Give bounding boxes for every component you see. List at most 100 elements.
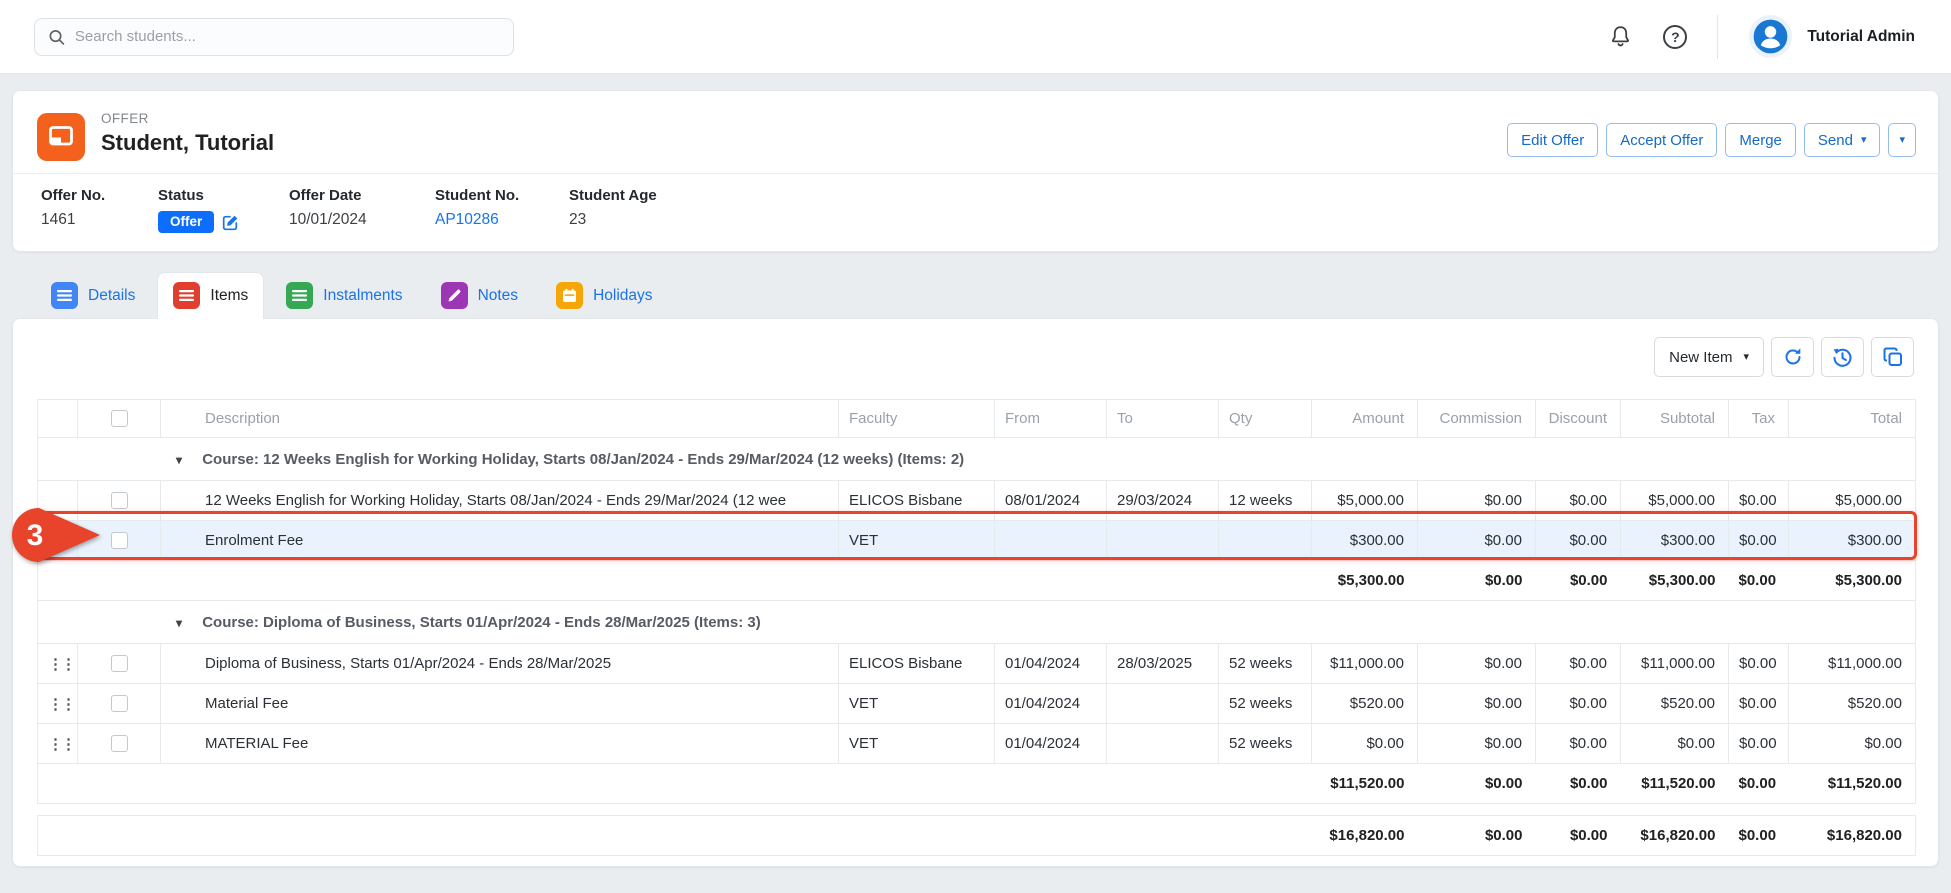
grand-total-discount: $0.00 [1536,816,1621,856]
drag-handle-icon[interactable]: ⋮⋮ [48,696,74,713]
items-table: Description Faculty From To Qty Amount C… [37,399,1916,856]
student-age-label: Student Age [569,187,657,204]
row-checkbox[interactable] [111,655,128,672]
drag-handle-icon[interactable]: ⋮⋮ [48,736,74,753]
subtotal-subtotal: $5,300.00 [1621,561,1729,601]
merge-button[interactable]: Merge [1725,123,1796,157]
subtotal-commission: $0.00 [1418,561,1536,601]
student-no-link[interactable]: AP10286 [435,211,499,228]
item-qty [1219,521,1312,561]
item-tax: $0.00 [1729,481,1789,521]
history-icon [1832,347,1853,368]
refresh-button[interactable] [1771,337,1814,377]
item-commission: $0.00 [1418,521,1536,561]
tab-holidays-label: Holidays [593,287,652,305]
item-row-highlighted: ⋮⋮ Enrolment Fee VET $300.00 $0.00 $0.00… [38,521,1916,561]
select-all-checkbox[interactable] [111,410,128,427]
item-amount: $11,000.00 [1312,644,1418,684]
more-actions-button[interactable]: ▾ [1888,123,1916,157]
item-subtotal: $11,000.00 [1621,644,1729,684]
tab-details[interactable]: Details [35,272,151,319]
help-button[interactable]: ? [1663,25,1687,49]
subtotal-commission: $0.00 [1418,764,1536,804]
select-cell [78,644,161,684]
select-cell [78,521,161,561]
merge-label: Merge [1739,132,1782,149]
item-qty: 12 weeks [1219,481,1312,521]
student-age-field: Student Age 23 [569,187,657,233]
grand-total-total: $16,820.00 [1789,816,1916,856]
select-cell [78,481,161,521]
item-qty: 52 weeks [1219,684,1312,724]
col-to: To [1107,400,1219,438]
bell-icon [1608,24,1633,49]
item-to [1107,724,1219,764]
item-total: $0.00 [1789,724,1916,764]
grand-total-spacer [38,816,1312,856]
course-group-cell[interactable]: ▾ Course: 12 Weeks English for Working H… [38,438,1916,481]
tab-holidays[interactable]: Holidays [540,272,668,319]
notifications-button[interactable] [1608,24,1633,49]
collapse-caret-icon[interactable]: ▾ [176,453,182,467]
col-amount: Amount [1312,400,1418,438]
edit-offer-button[interactable]: Edit Offer [1507,123,1598,157]
history-button[interactable] [1821,337,1864,377]
collapse-caret-icon[interactable]: ▾ [176,616,182,630]
item-total: $300.00 [1789,521,1916,561]
send-label: Send [1818,132,1853,149]
course-group-title: Course: Diploma of Business, Starts 01/A… [202,614,761,631]
item-tax: $0.00 [1729,644,1789,684]
offer-card: OFFER Student, Tutorial Edit Offer Accep… [12,90,1939,252]
offer-date-field: Offer Date 10/01/2024 [289,187,435,233]
search-input[interactable] [75,28,500,45]
tab-instalments-label: Instalments [323,287,402,305]
subtotal-amount: $5,300.00 [1312,561,1418,601]
item-row: ⋮⋮ Material Fee VET 01/04/2024 52 weeks … [38,684,1916,724]
item-qty: 52 weeks [1219,724,1312,764]
details-icon [51,282,78,309]
send-button[interactable]: Send ▾ [1804,123,1881,157]
course-group-title: Course: 12 Weeks English for Working Hol… [202,451,964,468]
drag-handle-icon[interactable]: ⋮⋮ [48,656,74,673]
holidays-icon [556,282,583,309]
edit-status-icon[interactable] [222,214,239,231]
accept-offer-button[interactable]: Accept Offer [1606,123,1717,157]
duplicate-button[interactable] [1871,337,1914,377]
row-checkbox[interactable] [111,735,128,752]
course-group-cell[interactable]: ▾ Course: Diploma of Business, Starts 01… [38,601,1916,644]
new-item-button[interactable]: New Item ▾ [1654,337,1764,377]
tab-notes-label: Notes [478,287,519,305]
item-description: 12 Weeks English for Working Holiday, St… [161,481,839,521]
student-no-field: Student No. AP10286 [435,187,569,233]
col-commission: Commission [1418,400,1536,438]
grand-total-commission: $0.00 [1418,816,1536,856]
tab-instalments[interactable]: Instalments [270,272,418,319]
status-field: Status Offer [158,187,289,233]
item-commission: $0.00 [1418,684,1536,724]
drag-handle-icon[interactable]: ⋮⋮ [48,533,74,550]
item-amount: $5,000.00 [1312,481,1418,521]
item-discount: $0.00 [1536,644,1621,684]
help-icon: ? [1663,25,1687,49]
search-box[interactable] [34,18,514,56]
row-checkbox[interactable] [111,695,128,712]
col-subtotal: Subtotal [1621,400,1729,438]
offer-actions: Edit Offer Accept Offer Merge Send ▾ ▾ [1507,123,1916,157]
item-total: $5,000.00 [1789,481,1916,521]
select-cell [78,684,161,724]
col-faculty: Faculty [839,400,995,438]
chevron-down-icon: ▾ [1861,135,1867,146]
group-subtotal-row: $5,300.00 $0.00 $0.00 $5,300.00 $0.00 $5… [38,561,1916,601]
item-total: $520.00 [1789,684,1916,724]
col-select [78,400,161,438]
drag-cell: ⋮⋮ [38,521,78,561]
col-description: Description [161,400,839,438]
row-checkbox[interactable] [111,532,128,549]
item-discount: $0.00 [1536,521,1621,561]
col-drag [38,400,78,438]
row-checkbox[interactable] [111,492,128,509]
user-menu[interactable]: Tutorial Admin [1748,14,1915,59]
tab-items[interactable]: Items [157,272,264,319]
tab-notes[interactable]: Notes [425,272,535,319]
student-age-value: 23 [569,211,657,229]
